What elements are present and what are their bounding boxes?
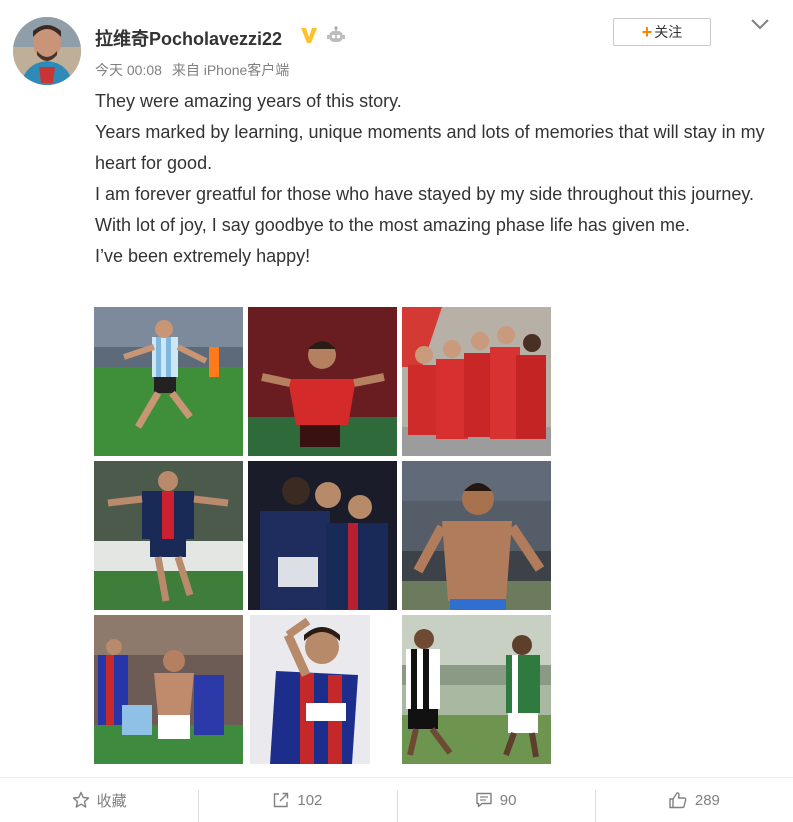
verified-badge-icon bbox=[298, 24, 320, 46]
photo-team-huddle[interactable] bbox=[402, 307, 551, 456]
thumbs-up-icon bbox=[669, 792, 687, 809]
post-line: Years marked by learning, unique moments… bbox=[95, 122, 765, 173]
favorite-button[interactable]: 收藏 bbox=[0, 778, 198, 822]
favorite-label: 收藏 bbox=[96, 792, 127, 810]
repost-count: 102 bbox=[297, 791, 323, 809]
comment-count: 90 bbox=[499, 791, 517, 809]
photo-red-kit-celebration[interactable] bbox=[248, 307, 397, 456]
post-text: They were amazing years of this story. Y… bbox=[95, 86, 785, 272]
username[interactable]: 拉维奇Pocholavezzi22 bbox=[95, 25, 282, 51]
share-icon bbox=[274, 792, 289, 808]
follow-label: 关注 bbox=[654, 24, 683, 40]
photo-striped-kit-match[interactable] bbox=[402, 615, 551, 764]
photo-shirtless-celebration[interactable] bbox=[402, 461, 551, 610]
post-meta: 今天 00:08 来自 iPhone客户端 bbox=[95, 60, 295, 80]
avatar[interactable] bbox=[13, 17, 81, 85]
follow-button[interactable]: + 关注 bbox=[613, 18, 711, 46]
comment-button[interactable]: 90 bbox=[396, 778, 595, 822]
post-line: They were amazing years of this story. bbox=[95, 91, 402, 111]
action-bar: 收藏 102 90 289 bbox=[0, 777, 793, 822]
post-line: I am forever greatful for those who have… bbox=[95, 184, 755, 204]
photo-argentina[interactable] bbox=[94, 307, 243, 456]
photo-psg-teammates[interactable] bbox=[248, 461, 397, 610]
like-button[interactable]: 289 bbox=[594, 778, 793, 822]
post-line: With lot of joy, I say goodbye to the mo… bbox=[95, 215, 690, 235]
chevron-down-icon[interactable] bbox=[750, 17, 770, 31]
post-line: I’ve been extremely happy! bbox=[95, 246, 311, 266]
star-icon bbox=[72, 791, 89, 808]
photo-psg-celebration[interactable] bbox=[94, 461, 243, 610]
post-time[interactable]: 今天 00:08 bbox=[95, 62, 162, 78]
robot-icon[interactable] bbox=[326, 26, 346, 46]
repost-button[interactable]: 102 bbox=[198, 778, 396, 822]
photo-san-lorenzo-celebration[interactable] bbox=[94, 615, 243, 764]
post-source: 来自 iPhone客户端 bbox=[171, 62, 290, 78]
comment-icon bbox=[476, 792, 492, 808]
like-count: 289 bbox=[694, 791, 720, 809]
plus-icon: + bbox=[641, 22, 653, 42]
photo-san-lorenzo-jersey[interactable] bbox=[248, 615, 397, 764]
